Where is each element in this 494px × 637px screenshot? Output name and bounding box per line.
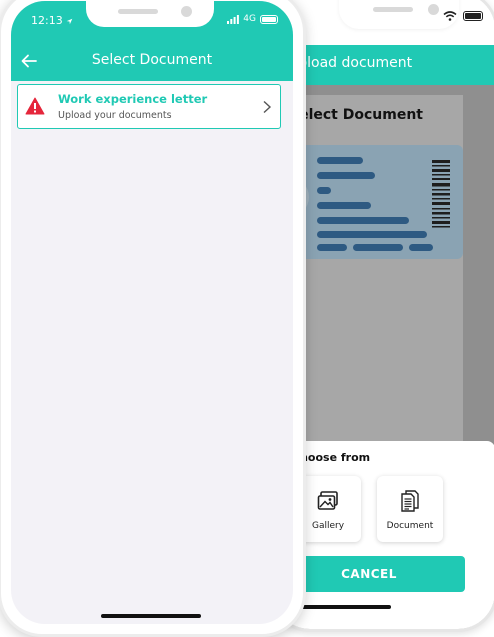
status-time: 12:13 (31, 14, 73, 27)
select-document-screen: 12:13 4G Select Document Work experience… (11, 1, 293, 624)
phone-notch (339, 0, 459, 29)
gallery-icon (317, 491, 338, 510)
signal-icon (227, 14, 240, 24)
document-title: Work experience letter (58, 92, 208, 106)
app-bar: Select Document (11, 41, 293, 81)
id-card-illustration (289, 145, 463, 259)
wifi-icon (443, 11, 457, 21)
location-arrow-icon (66, 18, 73, 24)
foreground-phone: 12:13 4G Select Document Work experience… (0, 0, 306, 637)
upload-document-screen: Upload document Select Document Choose f… (273, 0, 494, 629)
choose-from-bottom-sheet: Choose from Gallery Document CANCEL (273, 441, 494, 629)
document-icon (401, 490, 419, 512)
chevron-right-icon (263, 100, 272, 114)
network-label: 4G (243, 14, 256, 24)
app-bar: Upload document (273, 45, 494, 85)
page-title: Upload document (288, 55, 413, 71)
camera (428, 4, 439, 15)
document-subtitle: Upload your documents (58, 110, 172, 121)
page-title: Select Document (91, 52, 213, 68)
status-bar (273, 0, 494, 45)
home-indicator (291, 605, 391, 609)
battery-icon (260, 14, 278, 24)
status-bar: 12:13 4G (11, 1, 293, 41)
status-icons: 4G (227, 14, 278, 24)
document-preview-card: Select Document (289, 95, 463, 445)
document-label: Document (386, 521, 434, 531)
card-title: Select Document (289, 107, 423, 123)
status-icons (443, 11, 483, 21)
phone-notch (86, 1, 214, 27)
warning-icon (25, 97, 45, 115)
speaker (373, 7, 413, 12)
camera (181, 6, 192, 17)
battery-icon (463, 11, 483, 21)
document-option-button[interactable]: Document (377, 476, 443, 542)
barcode-icon (432, 160, 450, 228)
document-list-item[interactable]: Work experience letter Upload your docum… (17, 84, 281, 129)
speaker (118, 9, 158, 14)
home-indicator (101, 614, 201, 618)
